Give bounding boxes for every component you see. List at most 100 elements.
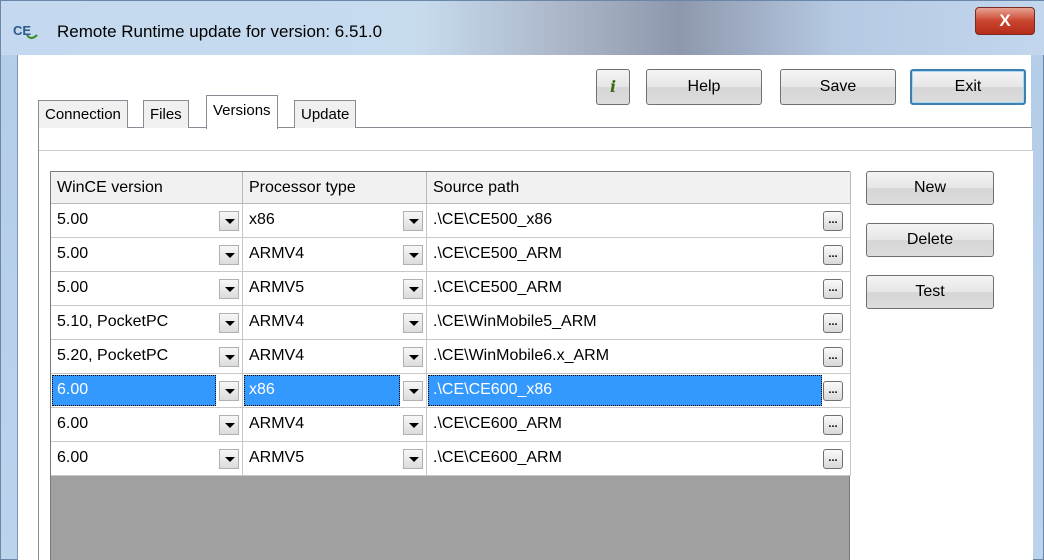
processor-type-cell-text: x86	[249, 211, 275, 228]
table-row[interactable]: 5.20, PocketPC ARMV4 .\CE\WinMobile6.x_ARM…	[51, 340, 851, 374]
wince-version-cell-text: 5.00	[57, 245, 89, 262]
processor-type-cell[interactable]: x86	[243, 374, 427, 408]
source-path-cell-text: .\CE\CE600_ARM	[433, 415, 562, 432]
processor-type-cell-text: ARMV4	[249, 415, 305, 432]
processor-type-dropdown-icon[interactable]	[403, 381, 423, 401]
processor-type-dropdown-icon[interactable]	[403, 449, 423, 469]
processor-type-dropdown-icon[interactable]	[403, 245, 423, 265]
window-title: Remote Runtime update for version: 6.51.…	[57, 22, 383, 41]
processor-type-dropdown-icon[interactable]	[403, 279, 423, 299]
processor-type-cell-text: x86	[249, 381, 275, 398]
processor-type-cell[interactable]: ARMV5	[243, 442, 427, 476]
processor-type-cell[interactable]: ARMV4	[243, 238, 427, 272]
browse-button[interactable]: ...	[823, 415, 843, 435]
wince-version-dropdown-icon[interactable]	[219, 313, 239, 333]
new-button[interactable]: New	[866, 171, 994, 205]
header-source-path[interactable]: Source path	[427, 172, 851, 204]
wince-version-cell[interactable]: 5.10, PocketPC	[51, 306, 243, 340]
table-row[interactable]: 6.00 x86 .\CE\CE600_x86...	[51, 374, 851, 408]
processor-type-cell[interactable]: ARMV5	[243, 272, 427, 306]
source-path-cell-text: .\CE\WinMobile6.x_ARM	[433, 347, 610, 364]
source-path-cell[interactable]: .\CE\CE500_ARM...	[427, 238, 851, 272]
info-button[interactable]: i	[596, 69, 630, 105]
wince-version-dropdown-icon[interactable]	[219, 279, 239, 299]
wince-version-cell[interactable]: 5.00	[51, 204, 243, 238]
browse-button[interactable]: ...	[823, 313, 843, 333]
wince-version-cell-text: 6.00	[57, 415, 89, 432]
wince-version-cell[interactable]: 6.00	[51, 374, 243, 408]
source-path-cell[interactable]: .\CE\CE600_ARM...	[427, 408, 851, 442]
processor-type-dropdown-icon[interactable]	[403, 313, 423, 333]
processor-type-cell-text: ARMV4	[249, 245, 305, 262]
tab-update[interactable]: Update	[294, 100, 357, 128]
wince-version-cell[interactable]: 5.00	[51, 238, 243, 272]
processor-type-cell[interactable]: x86	[243, 204, 427, 238]
processor-type-cell[interactable]: ARMV4	[243, 340, 427, 374]
test-button[interactable]: Test	[866, 275, 994, 309]
table-row[interactable]: 5.00 x86 .\CE\CE500_x86...	[51, 204, 851, 238]
tab-connection[interactable]: Connection	[38, 100, 128, 128]
processor-type-cell[interactable]: ARMV4	[243, 306, 427, 340]
wince-version-cell[interactable]: 6.00	[51, 442, 243, 476]
wince-version-dropdown-icon[interactable]	[219, 245, 239, 265]
close-button[interactable]: X	[975, 7, 1035, 35]
wince-version-dropdown-icon[interactable]	[219, 211, 239, 231]
tab-files[interactable]: Files	[143, 100, 189, 128]
source-path-cell-text: .\CE\CE500_ARM	[433, 279, 562, 296]
processor-type-cell[interactable]: ARMV4	[243, 408, 427, 442]
tab-versions[interactable]: Versions	[206, 95, 278, 129]
wince-version-dropdown-icon[interactable]	[219, 347, 239, 367]
source-path-cell[interactable]: .\CE\CE600_x86...	[427, 374, 851, 408]
exit-button[interactable]: Exit	[910, 69, 1026, 105]
app-window: CE Remote Runtime update for version: 6.…	[0, 0, 1044, 560]
help-button[interactable]: Help	[646, 69, 762, 105]
table-row[interactable]: 6.00 ARMV5 .\CE\CE600_ARM...	[51, 442, 851, 476]
ce-app-icon: CE	[13, 23, 38, 39]
wince-version-dropdown-icon[interactable]	[219, 415, 239, 435]
processor-type-dropdown-icon[interactable]	[403, 347, 423, 367]
source-path-cell-text: .\CE\CE500_ARM	[433, 245, 562, 262]
wince-version-cell-text: 5.00	[57, 279, 89, 296]
source-path-cell-text: .\CE\CE500_x86	[433, 211, 553, 228]
processor-type-dropdown-icon[interactable]	[403, 415, 423, 435]
source-path-cell-text: .\CE\WinMobile5_ARM	[433, 313, 597, 330]
wince-version-cell[interactable]: 6.00	[51, 408, 243, 442]
client-area: i Help Save Exit Connection Files Versio…	[17, 55, 1033, 560]
wince-version-cell[interactable]: 5.20, PocketPC	[51, 340, 243, 374]
source-path-cell[interactable]: .\CE\WinMobile6.x_ARM...	[427, 340, 851, 374]
processor-type-cell-text: ARMV5	[249, 449, 305, 466]
source-path-cell[interactable]: .\CE\WinMobile5_ARM...	[427, 306, 851, 340]
source-path-cell[interactable]: .\CE\CE500_ARM...	[427, 272, 851, 306]
wince-version-cell-text: 5.00	[57, 211, 89, 228]
source-path-cell-text: .\CE\CE600_x86	[433, 381, 553, 398]
table-row[interactable]: 6.00 ARMV4 .\CE\CE600_ARM...	[51, 408, 851, 442]
header-wince-version[interactable]: WinCE version	[51, 172, 243, 204]
processor-type-dropdown-icon[interactable]	[403, 211, 423, 231]
source-path-cell-text: .\CE\CE600_ARM	[433, 449, 562, 466]
processor-type-cell-text: ARMV5	[249, 279, 305, 296]
table-row[interactable]: 5.00 ARMV5 .\CE\CE500_ARM...	[51, 272, 851, 306]
browse-button[interactable]: ...	[823, 381, 843, 401]
wince-version-dropdown-icon[interactable]	[219, 449, 239, 469]
processor-type-cell-text: ARMV4	[249, 313, 305, 330]
browse-button[interactable]: ...	[823, 347, 843, 367]
grid-header: WinCE version Processor type Source path	[51, 172, 851, 204]
versions-grid: WinCE version Processor type Source path…	[50, 171, 851, 560]
browse-button[interactable]: ...	[823, 245, 843, 265]
table-row[interactable]: 5.00 ARMV4 .\CE\CE500_ARM...	[51, 238, 851, 272]
wince-version-dropdown-icon[interactable]	[219, 381, 239, 401]
browse-button[interactable]: ...	[823, 449, 843, 469]
delete-button[interactable]: Delete	[866, 223, 994, 257]
table-row[interactable]: 5.10, PocketPC ARMV4 .\CE\WinMobile5_ARM..…	[51, 306, 851, 340]
source-path-cell[interactable]: .\CE\CE500_x86...	[427, 204, 851, 238]
wince-version-cell-text: 5.20, PocketPC	[57, 347, 169, 364]
browse-button[interactable]: ...	[823, 211, 843, 231]
header-processor-type[interactable]: Processor type	[243, 172, 427, 204]
title-bar[interactable]: CE Remote Runtime update for version: 6.…	[1, 1, 1044, 55]
wince-version-cell-text: 6.00	[57, 381, 89, 398]
processor-type-cell-text: ARMV4	[249, 347, 305, 364]
source-path-cell[interactable]: .\CE\CE600_ARM...	[427, 442, 851, 476]
browse-button[interactable]: ...	[823, 279, 843, 299]
wince-version-cell[interactable]: 5.00	[51, 272, 243, 306]
save-button[interactable]: Save	[780, 69, 896, 105]
